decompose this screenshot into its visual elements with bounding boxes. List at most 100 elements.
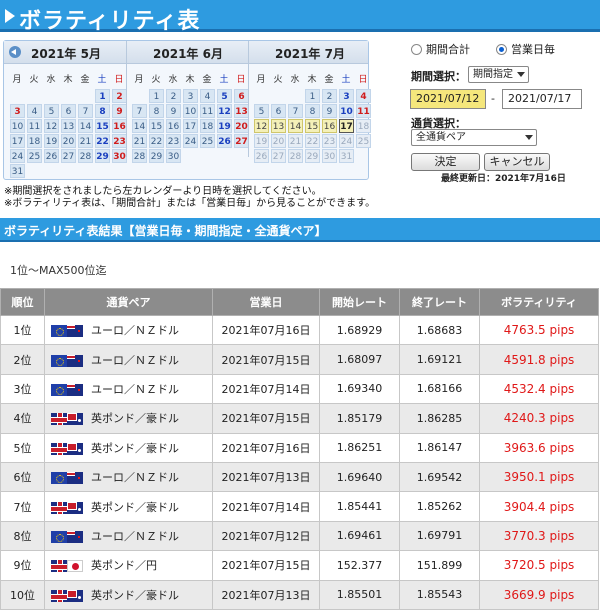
calendar-day[interactable]: 12 [217, 104, 232, 118]
date-from-input[interactable]: 2021/07/12 [410, 89, 486, 109]
calendar-day[interactable]: 5 [254, 104, 269, 118]
calendar-day[interactable]: 22 [149, 134, 164, 148]
calendar-day[interactable]: 23 [166, 134, 181, 148]
calendar-day[interactable]: 22 [95, 134, 110, 148]
table-row: 6位 ユーロ／ＮＺドル 2021年07月13日 1.69640 1.69542 3950.… [0, 461, 599, 493]
gb-flag-icon [51, 442, 67, 455]
calendar-day[interactable]: 14 [288, 119, 303, 133]
calendar-day[interactable]: 1 [305, 89, 320, 103]
calendar-day[interactable]: 16 [166, 119, 181, 133]
date-to-input[interactable]: 2021/07/17 [502, 89, 582, 109]
calendar-day[interactable]: 10 [10, 119, 25, 133]
calendar-day[interactable]: 9 [166, 104, 181, 118]
calendar-day[interactable]: 20 [234, 119, 249, 133]
decide-button[interactable]: 決定 [411, 153, 480, 171]
calendar-day[interactable]: 17 [339, 119, 354, 133]
cancel-button[interactable]: キャンセル [484, 153, 550, 171]
calendar-day[interactable]: 2 [112, 89, 127, 103]
close-rate-cell: 1.69791 [399, 520, 480, 552]
calendar-day[interactable]: 26 [217, 134, 232, 148]
calendar-day[interactable]: 11 [27, 119, 42, 133]
calendar-day[interactable]: 3 [10, 104, 25, 118]
radio-period-total[interactable]: 期間合計 [411, 41, 470, 57]
calendar-day[interactable]: 30 [166, 149, 181, 163]
calendar-day[interactable]: 7 [288, 104, 303, 118]
calendar-day[interactable]: 15 [149, 119, 164, 133]
calendar-day[interactable]: 21 [78, 134, 93, 148]
calendar-day[interactable]: 27 [61, 149, 76, 163]
calendar-day[interactable]: 8 [95, 104, 110, 118]
calendar-day[interactable]: 5 [217, 89, 232, 103]
calendar-day[interactable]: 13 [234, 104, 249, 118]
calendar-day[interactable]: 17 [183, 119, 198, 133]
calendar-day[interactable]: 19 [44, 134, 59, 148]
calendar-day[interactable]: 25 [27, 149, 42, 163]
calendar-day[interactable]: 11 [200, 104, 215, 118]
calendar-day[interactable]: 30 [112, 149, 127, 163]
calendar-day[interactable]: 3 [339, 89, 354, 103]
calendar-day[interactable]: 27 [234, 134, 249, 148]
calendar-day[interactable]: 11 [356, 104, 371, 118]
calendar-day[interactable]: 16 [112, 119, 127, 133]
calendar-day[interactable]: 23 [112, 134, 127, 148]
pair-cell: ユーロ／ＮＺドル [44, 461, 213, 493]
calendar-day[interactable]: 4 [356, 89, 371, 103]
calendar-day[interactable]: 26 [44, 149, 59, 163]
calendar-day[interactable]: 15 [305, 119, 320, 133]
calendar-day[interactable]: 3 [183, 89, 198, 103]
calendar-day[interactable]: 21 [132, 134, 147, 148]
calendar-day[interactable]: 1 [149, 89, 164, 103]
calendar-day[interactable]: 12 [44, 119, 59, 133]
calendar-day[interactable]: 13 [271, 119, 286, 133]
calendar-day[interactable]: 24 [183, 134, 198, 148]
rank-cell: 3位 [0, 373, 45, 405]
calendar-day[interactable]: 14 [78, 119, 93, 133]
calendar-day[interactable]: 8 [305, 104, 320, 118]
calendar-day[interactable]: 7 [132, 104, 147, 118]
calendar-day[interactable]: 18 [200, 119, 215, 133]
calendar-day[interactable]: 31 [10, 164, 25, 178]
calendar-day[interactable]: 2 [166, 89, 181, 103]
volatility-cell: 3963.6 pips [479, 432, 599, 463]
pair-select[interactable]: 全通貨ペア [411, 129, 537, 146]
calendar-day[interactable]: 10 [183, 104, 198, 118]
calendar-day[interactable]: 6 [234, 89, 249, 103]
radio-business-day[interactable]: 営業日毎 [496, 41, 555, 57]
calendar-day[interactable]: 29 [149, 149, 164, 163]
calendar-day[interactable]: 9 [112, 104, 127, 118]
calendar-day[interactable]: 14 [132, 119, 147, 133]
calendar-day[interactable]: 25 [200, 134, 215, 148]
month-title: 2021年 7月 [275, 47, 345, 61]
calendar-day[interactable]: 12 [254, 119, 269, 133]
table-row: 9位 英ポンド／円 2021年07月15日 152.377 151.899 3720.5 … [0, 550, 599, 581]
pair-name: ユーロ／ＮＺドル [91, 353, 179, 367]
calendar-day[interactable]: 6 [61, 104, 76, 118]
calendar-day[interactable]: 1 [95, 89, 110, 103]
calendar-day[interactable]: 13 [61, 119, 76, 133]
calendar-day[interactable]: 16 [322, 119, 337, 133]
calendar-day[interactable]: 5 [44, 104, 59, 118]
calendar-day[interactable]: 9 [322, 104, 337, 118]
calendar-day[interactable]: 4 [200, 89, 215, 103]
calendar-day[interactable]: 4 [27, 104, 42, 118]
calendar-day[interactable]: 6 [271, 104, 286, 118]
calendar-day[interactable]: 28 [78, 149, 93, 163]
calendar-day[interactable]: 2 [322, 89, 337, 103]
calendar-day[interactable]: 20 [61, 134, 76, 148]
calendar-day[interactable]: 29 [95, 149, 110, 163]
eu-flag-icon [51, 472, 67, 485]
calendar-day[interactable]: 18 [27, 134, 42, 148]
calendar-day[interactable]: 28 [132, 149, 147, 163]
weekday-label: 金 [324, 75, 334, 85]
calendar-day[interactable]: 24 [10, 149, 25, 163]
calendar-day[interactable]: 10 [339, 104, 354, 118]
nz-flag-icon [67, 472, 83, 485]
weekday-label: 金 [202, 75, 212, 85]
calendar-day[interactable]: 15 [95, 119, 110, 133]
calendar-day[interactable]: 8 [149, 104, 164, 118]
nz-flag-icon [67, 530, 83, 543]
period-select[interactable]: 期間指定 [468, 66, 529, 83]
calendar-day[interactable]: 7 [78, 104, 93, 118]
calendar-day[interactable]: 19 [217, 119, 232, 133]
calendar-day[interactable]: 17 [10, 134, 25, 148]
